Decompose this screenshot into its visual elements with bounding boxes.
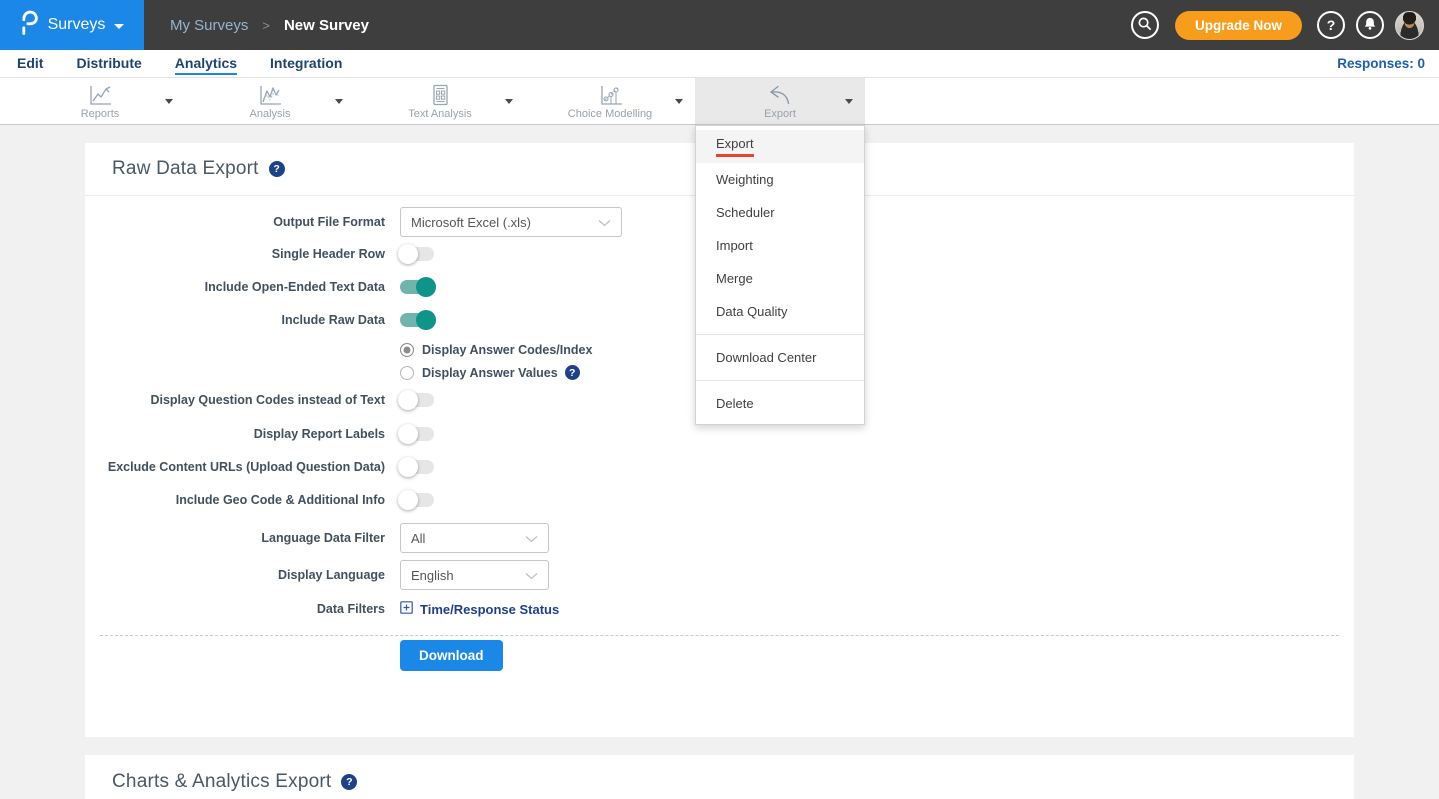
- help-button[interactable]: ?: [1317, 11, 1345, 39]
- export-dropdown-menu: Export Weighting Scheduler Import Merge …: [695, 125, 865, 425]
- tab-integration[interactable]: Integration: [270, 55, 342, 72]
- include-raw-data-toggle[interactable]: [400, 313, 434, 327]
- notifications-button[interactable]: [1356, 11, 1384, 39]
- menu-item-download-center[interactable]: Download Center: [696, 341, 864, 374]
- menu-item-merge[interactable]: Merge: [696, 262, 864, 295]
- chevron-down-icon: [114, 24, 124, 29]
- chevron-down-icon: [598, 215, 611, 230]
- report-labels-toggle[interactable]: [400, 427, 434, 441]
- report-labels-label: Display Report Labels: [85, 427, 385, 441]
- product-name: Surveys: [48, 16, 106, 34]
- scatter-chart-icon: [597, 83, 623, 107]
- help-icon[interactable]: ?: [341, 774, 357, 790]
- chevron-down-icon: [525, 531, 538, 546]
- chevron-down-icon[interactable]: [845, 99, 853, 104]
- multi-line-chart-icon: [256, 83, 284, 107]
- language-data-filter-label: Language Data Filter: [85, 531, 385, 545]
- language-data-filter-select[interactable]: All: [400, 523, 549, 553]
- upgrade-now-button[interactable]: Upgrade Now: [1175, 11, 1302, 40]
- questionpro-logo-icon: [20, 10, 39, 41]
- time-response-status-link[interactable]: Time/Response Status: [400, 601, 559, 617]
- single-header-row-toggle[interactable]: [400, 247, 434, 261]
- menu-item-import[interactable]: Import: [696, 229, 864, 262]
- charts-analytics-export-panel: Charts & Analytics Export ?: [85, 755, 1354, 799]
- menu-divider: [696, 334, 864, 335]
- download-button[interactable]: Download: [400, 640, 503, 671]
- product-switcher[interactable]: Surveys: [0, 0, 144, 50]
- menu-item-weighting[interactable]: Weighting: [696, 163, 864, 196]
- menu-item-scheduler[interactable]: Scheduler: [696, 196, 864, 229]
- help-icon[interactable]: ?: [269, 161, 285, 177]
- chevron-down-icon[interactable]: [335, 99, 343, 104]
- tab-distribute[interactable]: Distribute: [76, 55, 141, 72]
- charts-analytics-export-title: Charts & Analytics Export: [112, 771, 331, 793]
- question-codes-label: Display Question Codes instead of Text: [85, 393, 385, 407]
- search-button[interactable]: [1131, 11, 1159, 39]
- toolbar-text-analysis[interactable]: Text Analysis: [355, 78, 525, 124]
- survey-tab-bar: Edit Distribute Analytics Integration Re…: [0, 50, 1439, 78]
- geo-code-toggle[interactable]: [400, 493, 434, 507]
- chevron-down-icon: [525, 568, 538, 583]
- breadcrumb-my-surveys[interactable]: My Surveys: [170, 17, 248, 34]
- geo-code-label: Include Geo Code & Additional Info: [85, 493, 385, 507]
- toolbar-choice-modelling[interactable]: Choice Modelling: [525, 78, 695, 124]
- raw-data-export-title: Raw Data Export: [112, 158, 259, 180]
- document-grid-icon: [428, 83, 452, 107]
- include-open-ended-toggle[interactable]: [400, 280, 434, 294]
- display-answer-codes-label: Display Answer Codes/Index: [422, 343, 592, 357]
- data-filters-label: Data Filters: [85, 602, 385, 616]
- menu-divider: [696, 380, 864, 381]
- breadcrumb-separator: >: [262, 18, 270, 33]
- question-codes-toggle[interactable]: [400, 393, 434, 407]
- display-answer-codes-radio[interactable]: [400, 343, 414, 357]
- display-answer-values-label: Display Answer Values: [422, 366, 558, 380]
- breadcrumb: My Surveys > New Survey: [170, 17, 369, 34]
- tab-edit[interactable]: Edit: [17, 55, 43, 72]
- output-file-format-select[interactable]: Microsoft Excel (.xls): [400, 207, 622, 237]
- menu-item-delete[interactable]: Delete: [696, 387, 864, 420]
- user-avatar[interactable]: [1395, 11, 1424, 40]
- bell-icon: [1363, 16, 1377, 34]
- include-open-ended-label: Include Open-Ended Text Data: [85, 280, 385, 294]
- chevron-down-icon[interactable]: [165, 99, 173, 104]
- include-raw-data-label: Include Raw Data: [85, 313, 385, 327]
- topbar-actions: Upgrade Now ?: [1131, 11, 1439, 40]
- chevron-down-icon[interactable]: [675, 99, 683, 104]
- menu-item-export[interactable]: Export: [696, 130, 864, 163]
- exclude-content-urls-label: Exclude Content URLs (Upload Question Da…: [85, 460, 385, 474]
- help-icon[interactable]: ?: [565, 365, 580, 380]
- toolbar-analysis[interactable]: Analysis: [185, 78, 355, 124]
- chevron-down-icon[interactable]: [505, 99, 513, 104]
- toolbar-reports[interactable]: Reports: [15, 78, 185, 124]
- search-icon: [1137, 16, 1152, 34]
- top-bar: Surveys My Surveys > New Survey Upgrade …: [0, 0, 1439, 50]
- analytics-toolbar: Reports Analysis Text Analysis: [0, 78, 1439, 125]
- display-language-label: Display Language: [85, 568, 385, 582]
- question-mark-icon: ?: [1327, 17, 1336, 33]
- export-arrow-icon: [766, 83, 794, 107]
- output-file-format-label: Output File Format: [85, 215, 385, 229]
- menu-item-data-quality[interactable]: Data Quality: [696, 295, 864, 328]
- breadcrumb-current-survey: New Survey: [284, 17, 369, 34]
- responses-count: Responses: 0: [1337, 56, 1439, 71]
- section-divider: [100, 635, 1339, 636]
- tab-analytics[interactable]: Analytics: [175, 55, 237, 72]
- line-chart-icon: [86, 83, 114, 107]
- single-header-row-label: Single Header Row: [85, 247, 385, 261]
- display-answer-values-radio[interactable]: [400, 366, 414, 380]
- exclude-content-urls-toggle[interactable]: [400, 460, 434, 474]
- toolbar-export[interactable]: Export: [695, 78, 865, 124]
- plus-square-icon: [400, 601, 413, 617]
- display-language-select[interactable]: English: [400, 560, 549, 590]
